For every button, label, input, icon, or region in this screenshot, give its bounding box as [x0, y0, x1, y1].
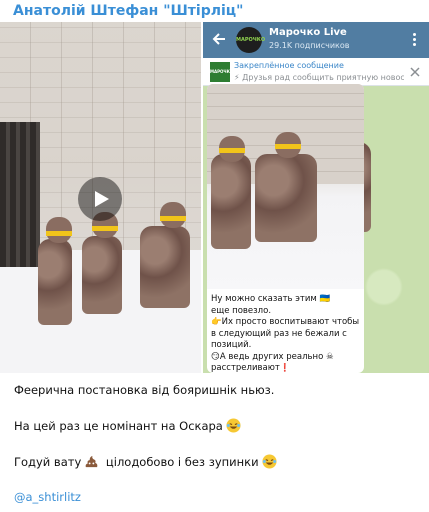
- video-thumbnail[interactable]: [0, 22, 201, 373]
- subscriber-count: 29.1K подписчиков: [269, 41, 350, 50]
- message-bubble: Ну можно сказать этим 🇺🇦 еще повезло. 👉И…: [207, 84, 364, 373]
- more-vertical-icon: [413, 33, 417, 48]
- laughing-emoji-icon: [226, 418, 241, 433]
- message-line: в следующий раз не бежали с: [211, 328, 347, 339]
- author-handle-link[interactable]: @a_shtirlitz: [14, 490, 81, 504]
- post-line-2-text: На цей раз це номінант на Оскара: [14, 419, 223, 433]
- message-line: позиций.: [211, 340, 252, 350]
- post-line-2: На цей раз це номінант на Оскара: [14, 418, 241, 433]
- back-arrow-icon: [212, 33, 225, 45]
- message-text: Ну можно сказать этим 🇺🇦 еще повезло. 👉И…: [211, 294, 363, 373]
- post-line-3-text-a: Годуй вату: [14, 455, 82, 469]
- post-line-3-text-b: цілодобово і без зупинки: [105, 455, 259, 469]
- message-line: 😏А ведь других реально ☠: [211, 351, 334, 362]
- pinned-title: Закреплённое сообщение: [234, 61, 344, 70]
- post-line-1: Феерична постановка від бояришнік ньюз.: [14, 383, 275, 397]
- pinned-text: ⚡ Друзья рад сообщить приятную новост...: [234, 73, 404, 82]
- message-line: еще повезло.: [211, 305, 272, 316]
- pin-close-icon: [410, 67, 420, 77]
- play-icon: [94, 191, 109, 207]
- pinned-message-bar: МАРОЧКО Закреплённое сообщение ⚡ Друзья …: [203, 58, 429, 86]
- message-photo: [207, 84, 364, 289]
- post-line-3: Годуй вату цілодобово і без зупинки: [14, 454, 277, 469]
- video-door: [0, 122, 40, 267]
- play-button[interactable]: [78, 177, 122, 221]
- laughing-emoji-icon: [262, 454, 277, 469]
- message-line: Ну можно сказать этим 🇺🇦: [211, 294, 331, 304]
- channel-header: МАРОЧКО LIVE Марочко Live 29.1K подписчи…: [203, 22, 429, 69]
- pinned-thumbnail: МАРОЧКО: [210, 62, 233, 82]
- post-media[interactable]: МАРОЧКО LIVE Марочко Live 29.1K подписчи…: [0, 22, 429, 373]
- message-line: расстреливают❗: [211, 363, 291, 373]
- author-name[interactable]: Анатолій Штефан "Штірліц": [13, 3, 243, 19]
- channel-name: Марочко Live: [269, 27, 347, 38]
- telegram-screenshot[interactable]: МАРОЧКО LIVE Марочко Live 29.1K подписчи…: [203, 22, 429, 373]
- channel-avatar: МАРОЧКО LIVE: [236, 27, 265, 69]
- message-line: 👉Их просто воспитывают чтобы: [211, 317, 360, 327]
- poop-emoji-icon: [85, 455, 98, 468]
